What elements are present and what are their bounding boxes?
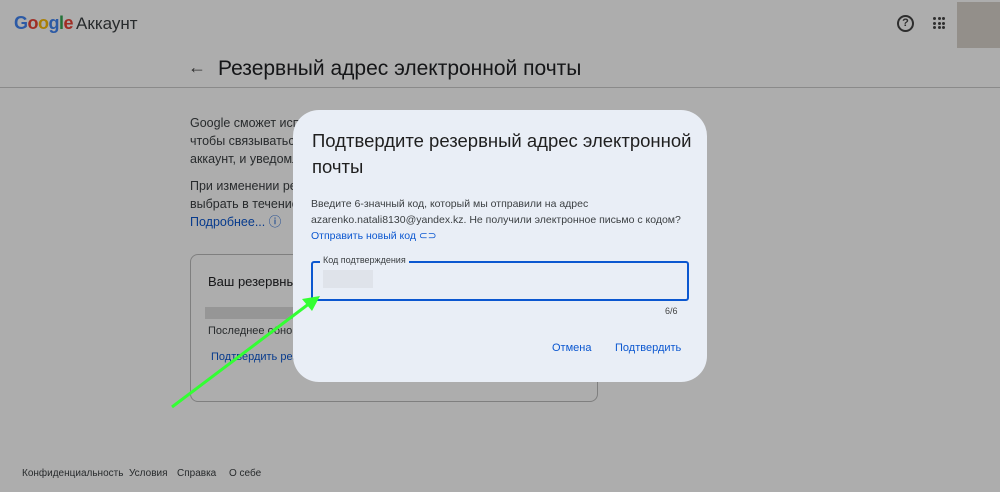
annotation-arrow <box>171 296 320 409</box>
